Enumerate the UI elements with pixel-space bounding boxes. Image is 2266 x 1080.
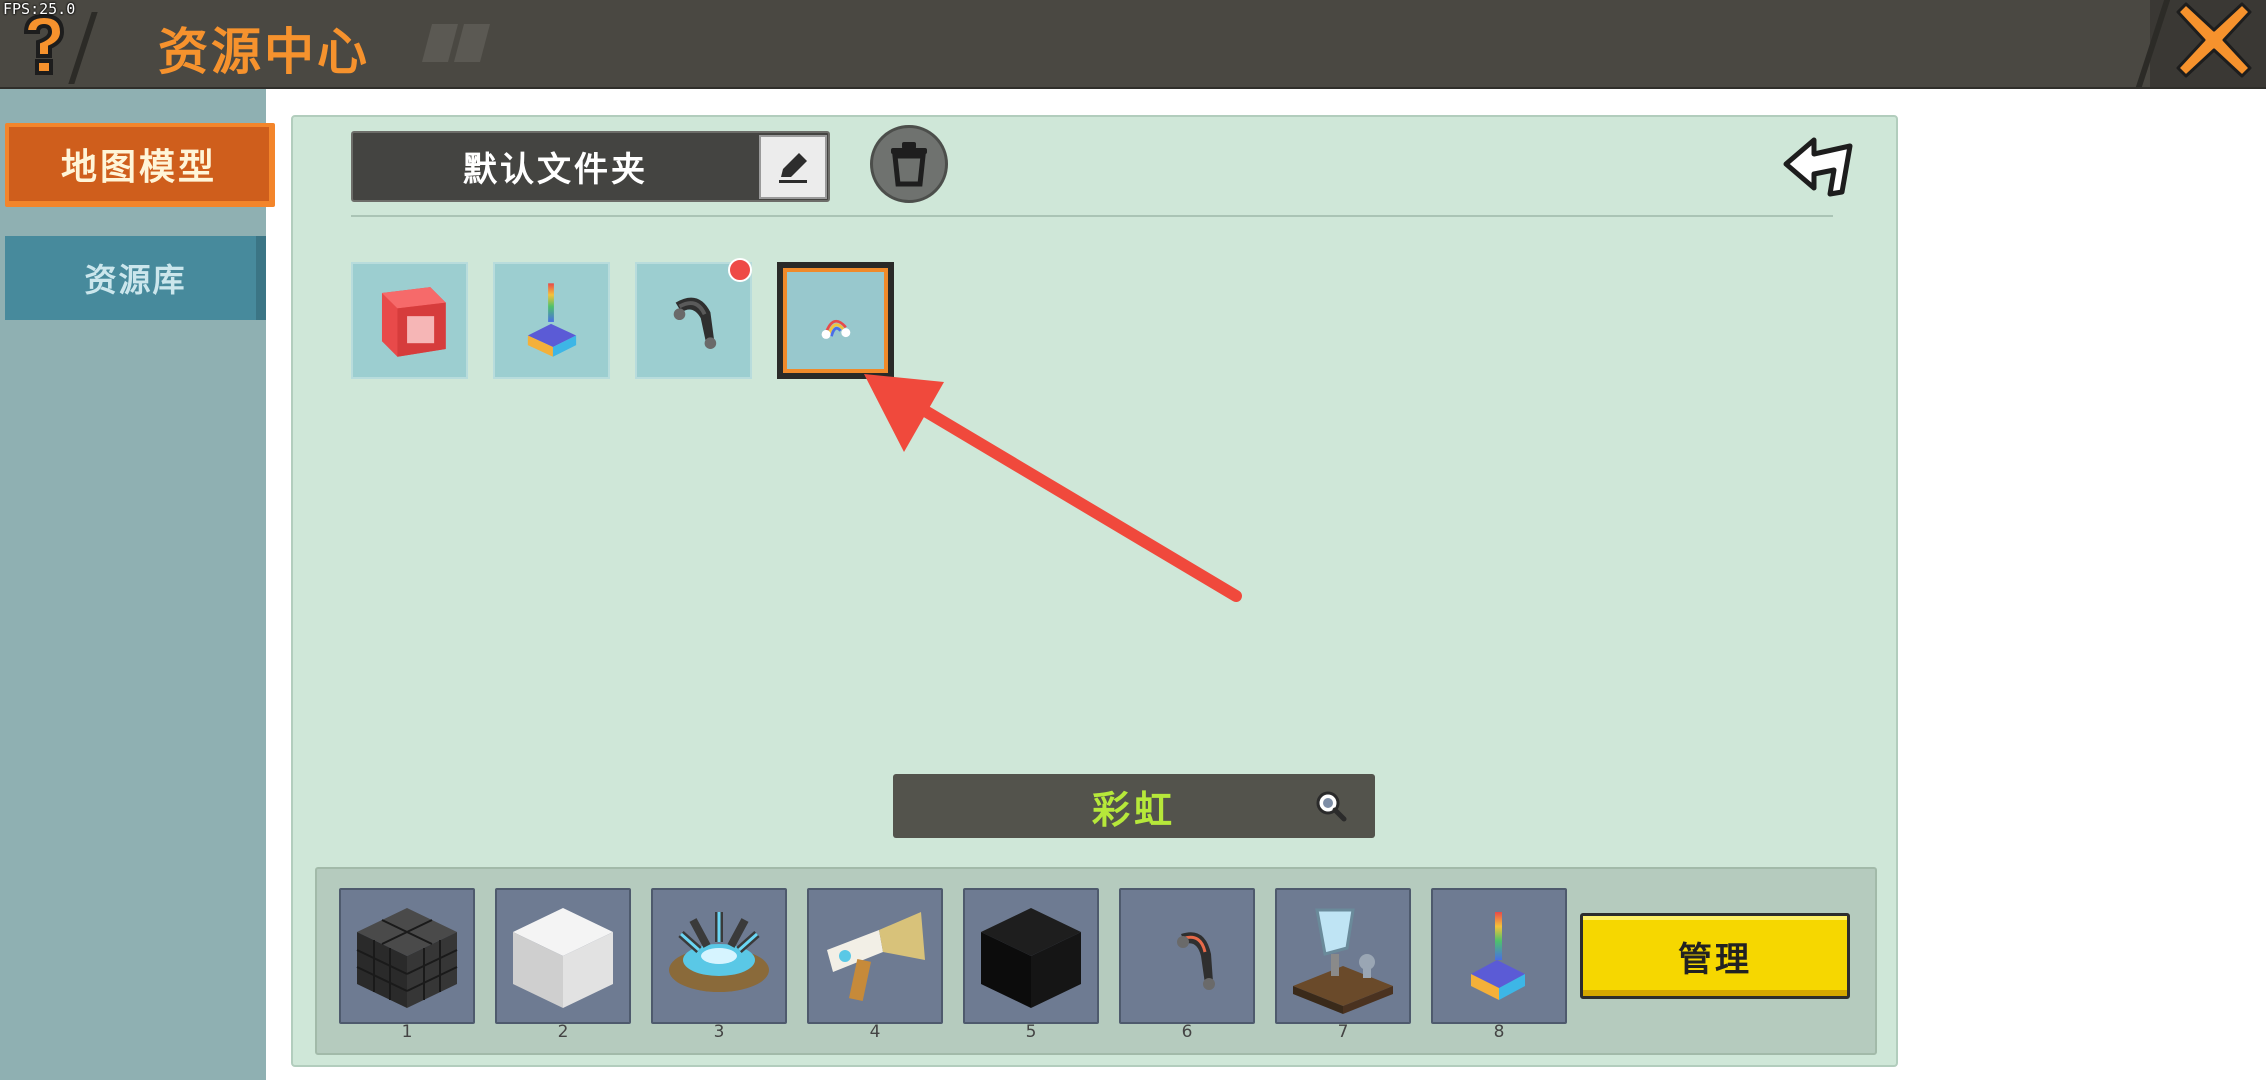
tab-resource-library-label: 资源库 [84, 261, 187, 299]
panel-divider [351, 215, 1833, 217]
model-item[interactable] [351, 262, 468, 379]
white-wool-block-icon [513, 908, 613, 1008]
rainbow-lamp-icon [1471, 912, 1525, 1000]
rainbow-arc-icon [1177, 932, 1215, 990]
tab-map-models[interactable]: 地图模型 [5, 123, 275, 207]
black-block-icon [981, 908, 1081, 1008]
slot-number: 6 [1181, 1022, 1193, 1042]
hotbar-slot[interactable] [1275, 888, 1411, 1024]
close-icon[interactable] [2176, 2, 2252, 78]
red-block-icon [381, 287, 446, 357]
hotbar-slot[interactable] [963, 888, 1099, 1024]
slot-number: 4 [869, 1022, 881, 1042]
hotbar-slot[interactable] [495, 888, 631, 1024]
search-input[interactable]: 彩虹 [893, 774, 1375, 838]
slot-number: 5 [1025, 1022, 1037, 1042]
slot-number: 3 [713, 1022, 725, 1042]
alchemy-table-icon [1293, 908, 1393, 1014]
search-bar[interactable]: 彩虹 [893, 774, 1375, 838]
new-badge [728, 258, 752, 282]
hotbar-slot[interactable] [1431, 888, 1567, 1024]
rainbow-arc-dark-icon [673, 297, 717, 349]
header-decoration [422, 24, 490, 62]
search-icon[interactable] [1313, 788, 1349, 824]
hotbar-slot[interactable] [339, 888, 475, 1024]
horn-blaster-icon [827, 912, 925, 1002]
page-title: 资源中心 [158, 23, 370, 81]
fps-counter: FPS:25.0 [3, 0, 76, 18]
manage-button[interactable]: 管理 [1580, 913, 1850, 999]
trash-icon [891, 142, 927, 187]
tab-resource-library[interactable]: 资源库 [5, 236, 266, 320]
back-icon[interactable] [1780, 136, 1860, 200]
rainbow-lamp-icon [527, 283, 577, 357]
annotation-arrow [864, 374, 1242, 602]
hotbar-slot[interactable] [651, 888, 787, 1024]
folder-selector[interactable]: 默认文件夹 [351, 131, 830, 202]
edit-folder-button[interactable] [759, 135, 827, 199]
rainbow-small-icon [821, 319, 851, 339]
tab-map-models-label: 地图模型 [9, 127, 269, 201]
top-bar: 资源中心 [0, 0, 2266, 89]
pencil-icon [779, 153, 807, 183]
delete-button[interactable] [870, 125, 948, 203]
model-item[interactable] [493, 262, 610, 379]
folder-name: 默认文件夹 [463, 150, 648, 190]
slot-number: 8 [1493, 1022, 1505, 1042]
tech-device-icon [669, 912, 769, 992]
slot-number: 2 [557, 1022, 569, 1042]
hotbar-slot[interactable] [807, 888, 943, 1024]
slot-number: 7 [1337, 1022, 1349, 1042]
dark-stone-block-icon [356, 908, 458, 1008]
slot-number: 1 [401, 1022, 413, 1042]
hotbar-slot[interactable] [1119, 888, 1255, 1024]
help-icon[interactable] [14, 10, 74, 78]
